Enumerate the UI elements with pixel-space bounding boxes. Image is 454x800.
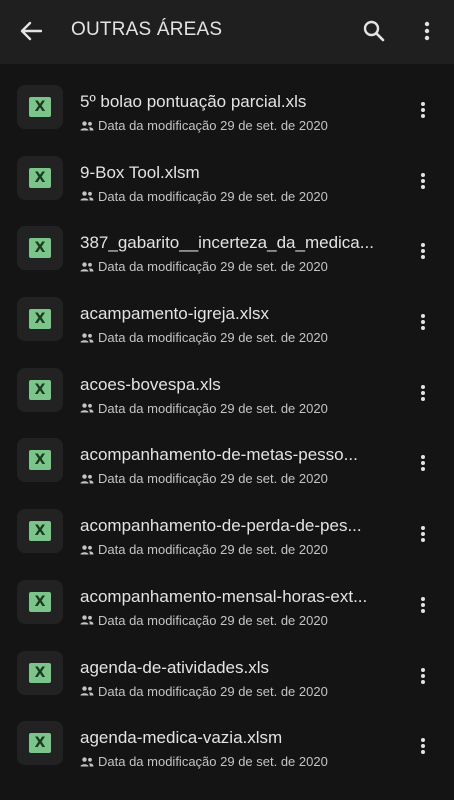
file-more-options-button[interactable]	[410, 521, 436, 547]
search-button[interactable]	[357, 14, 391, 48]
more-vert-icon	[421, 455, 425, 472]
file-name: acompanhamento-de-metas-pesso...	[80, 445, 358, 465]
file-name: 9-Box Tool.xlsm	[80, 162, 200, 182]
file-list-item[interactable]: X acompanhamento-de-metas-pesso... Data …	[0, 425, 454, 496]
file-name: acompanhamento-mensal-horas-ext...	[80, 586, 368, 606]
file-name: acampamento-igreja.xlsx	[80, 304, 269, 324]
more-options-button[interactable]	[410, 14, 444, 48]
shared-people-icon	[80, 615, 94, 625]
file-thumbnail: X	[17, 438, 63, 483]
shared-people-icon	[80, 686, 94, 696]
excel-file-icon: X	[29, 309, 51, 330]
arrow-back-icon	[20, 21, 42, 41]
file-list-item[interactable]: X 9-Box Tool.xlsm Data da modificação 29…	[0, 143, 454, 214]
shared-people-icon	[80, 545, 94, 555]
excel-file-icon: X	[29, 97, 51, 117]
file-modified-info: Data da modificação 29 de set. de 2020	[80, 118, 328, 133]
more-vert-icon	[421, 314, 425, 331]
top-app-bar: OUTRAS ÁREAS	[0, 0, 454, 64]
back-button[interactable]	[14, 14, 48, 48]
excel-file-icon: X	[29, 167, 51, 188]
file-thumbnail: X	[17, 579, 63, 624]
file-thumbnail: X	[17, 367, 63, 412]
excel-file-icon: X	[29, 591, 51, 612]
more-vert-icon	[424, 21, 430, 41]
more-vert-icon	[421, 596, 425, 613]
file-more-options-button[interactable]	[410, 309, 436, 335]
file-more-options-button[interactable]	[410, 238, 436, 264]
more-vert-icon	[421, 526, 425, 543]
file-modified-text: Data da modificação 29 de set. de 2020	[98, 471, 328, 487]
file-modified-info: Data da modificação 29 de set. de 2020	[80, 754, 328, 769]
file-list: X 5º bolao pontuação parcial.xls Data da…	[0, 64, 454, 800]
file-name: 387_gabarito__incerteza_da_medica...	[80, 233, 374, 253]
file-modified-text: Data da modificação 29 de set. de 2020	[98, 259, 328, 275]
file-modified-text: Data da modificação 29 de set. de 2020	[98, 754, 328, 770]
excel-file-icon: X	[29, 238, 51, 259]
file-modified-text: Data da modificação 29 de set. de 2020	[98, 400, 328, 416]
file-modified-info: Data da modificação 29 de set. de 2020	[80, 613, 328, 628]
shared-people-icon	[80, 191, 94, 201]
file-name: acoes-bovespa.xls	[80, 374, 221, 394]
excel-file-icon: X	[29, 662, 51, 683]
file-thumbnail: X	[17, 226, 63, 271]
file-name: acompanhamento-de-perda-de-pes...	[80, 516, 362, 536]
page-title: OUTRAS ÁREAS	[71, 19, 223, 40]
file-more-options-button[interactable]	[410, 168, 436, 194]
file-modified-info: Data da modificação 29 de set. de 2020	[80, 684, 328, 699]
shared-people-icon	[80, 403, 94, 413]
file-name: agenda-medica-vazia.xlsm	[80, 728, 283, 748]
file-modified-text: Data da modificação 29 de set. de 2020	[98, 612, 328, 628]
file-list-item[interactable]: X 5º bolao pontuação parcial.xls Data da…	[0, 72, 454, 143]
shared-people-icon	[80, 332, 94, 343]
more-vert-icon	[421, 172, 425, 189]
file-modified-info: Data da modificação 29 de set. de 2020	[80, 259, 328, 274]
excel-file-icon: X	[29, 521, 51, 542]
file-list-item[interactable]: X 387_gabarito__incerteza_da_medica... D…	[0, 213, 454, 284]
excel-file-icon: X	[29, 733, 51, 754]
file-list-item[interactable]: X acompanhamento-mensal-horas-ext... Dat…	[0, 567, 454, 638]
file-thumbnail: X	[17, 85, 63, 129]
excel-file-icon: X	[29, 450, 51, 471]
file-more-options-button[interactable]	[410, 97, 436, 123]
more-vert-icon	[421, 738, 425, 755]
file-modified-text: Data da modificação 29 de set. de 2020	[98, 542, 328, 558]
shared-people-icon	[80, 120, 94, 131]
file-modified-info: Data da modificação 29 de set. de 2020	[80, 330, 328, 345]
shared-people-icon	[80, 262, 94, 272]
file-name: 5º bolao pontuação parcial.xls	[80, 92, 307, 111]
file-name: agenda-de-atividades.xls	[80, 657, 270, 677]
more-vert-icon	[421, 243, 425, 260]
file-modified-info: Data da modificação 29 de set. de 2020	[80, 542, 328, 557]
file-thumbnail: X	[17, 155, 63, 200]
excel-file-icon: X	[29, 379, 51, 400]
file-thumbnail: X	[17, 721, 63, 766]
file-list-item[interactable]: X acoes-bovespa.xls Data da modificação …	[0, 355, 454, 426]
file-modified-text: Data da modificação 29 de set. de 2020	[98, 683, 328, 699]
file-thumbnail: X	[17, 509, 63, 554]
file-thumbnail: X	[17, 650, 63, 695]
file-modified-info: Data da modificação 29 de set. de 2020	[80, 401, 328, 416]
file-more-options-button[interactable]	[410, 380, 436, 406]
more-vert-icon	[421, 667, 425, 684]
file-list-item[interactable]: X agenda-medica-vazia.xlsm Data da modif…	[0, 708, 454, 779]
file-more-options-button[interactable]	[410, 733, 436, 759]
search-icon	[363, 20, 385, 42]
file-more-options-button[interactable]	[410, 450, 436, 476]
shared-people-icon	[80, 757, 94, 767]
file-more-options-button[interactable]	[410, 663, 436, 689]
more-vert-icon	[421, 102, 425, 118]
shared-people-icon	[80, 474, 94, 484]
file-modified-text: Data da modificação 29 de set. de 2020	[98, 118, 328, 133]
file-modified-info: Data da modificação 29 de set. de 2020	[80, 471, 328, 486]
file-more-options-button[interactable]	[410, 592, 436, 618]
file-list-item[interactable]: X acompanhamento-de-perda-de-pes... Data…	[0, 496, 454, 567]
file-modified-text: Data da modificação 29 de set. de 2020	[98, 188, 328, 204]
file-modified-info: Data da modificação 29 de set. de 2020	[80, 189, 328, 204]
file-list-item[interactable]: X agenda-de-atividades.xls Data da modif…	[0, 638, 454, 709]
file-modified-text: Data da modificação 29 de set. de 2020	[98, 330, 328, 346]
file-thumbnail: X	[17, 297, 63, 342]
more-vert-icon	[421, 384, 425, 401]
file-list-item[interactable]: X acampamento-igreja.xlsx Data da modifi…	[0, 284, 454, 355]
